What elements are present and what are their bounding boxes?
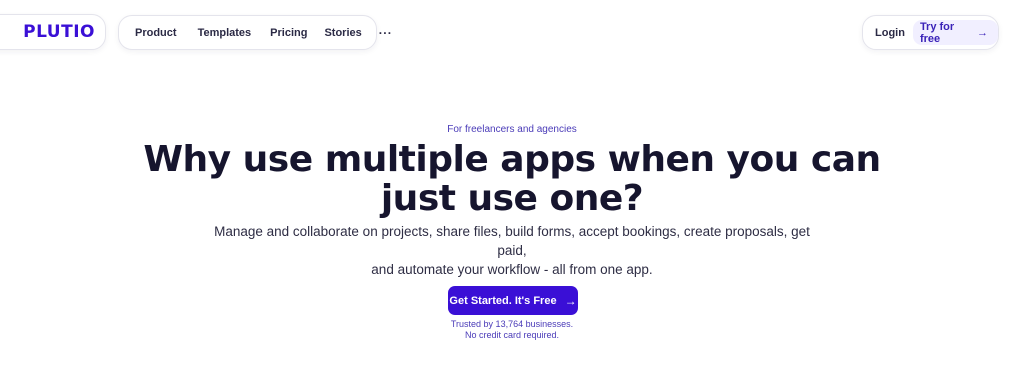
trust-note: Trusted by 13,764 businesses. No credit … <box>0 319 1024 341</box>
plutio-logo[interactable]: PLUTIO <box>23 22 95 42</box>
try-for-free-label: Try for free <box>919 20 955 45</box>
nav-item-templates[interactable]: Templates <box>198 27 252 39</box>
no-credit-card-text: No credit card required. <box>464 330 560 340</box>
trust-businesses-text: Trusted by 13,764 businesses. <box>450 319 574 329</box>
try-for-free-button[interactable]: Try for free → <box>912 20 998 45</box>
arrow-right-icon: → <box>564 293 577 308</box>
hero-eyebrow: For freelancers and agencies <box>447 124 577 135</box>
nav-item-product[interactable]: Product <box>135 27 177 39</box>
main-nav: Product Templates Pricing Stories ··· <box>118 15 392 50</box>
hero-headline-line-2: just use one? <box>380 178 644 219</box>
nav-item-pricing[interactable]: Pricing <box>270 27 307 39</box>
hero-headline: Why use multiple apps when you can just … <box>0 140 1024 218</box>
get-started-button[interactable]: Get Started. It's Free → <box>448 286 578 315</box>
more-menu-icon[interactable]: ··· <box>379 26 393 40</box>
get-started-label: Get Started. It's Free <box>449 294 557 307</box>
hero-description-line-2: and automate your workflow - all from on… <box>371 262 653 277</box>
auth-nav: Login Try for free → <box>862 15 999 50</box>
hero-description-line-1: Manage and collaborate on projects, shar… <box>214 224 810 258</box>
login-link[interactable]: Login <box>875 27 905 39</box>
hero-headline-line-1: Why use multiple apps when you can <box>143 139 881 180</box>
arrow-right-icon: → <box>977 26 988 39</box>
logo-container[interactable]: PLUTIO <box>0 14 106 50</box>
hero-description: Manage and collaborate on projects, shar… <box>212 222 812 279</box>
nav-item-stories[interactable]: Stories <box>324 27 361 39</box>
